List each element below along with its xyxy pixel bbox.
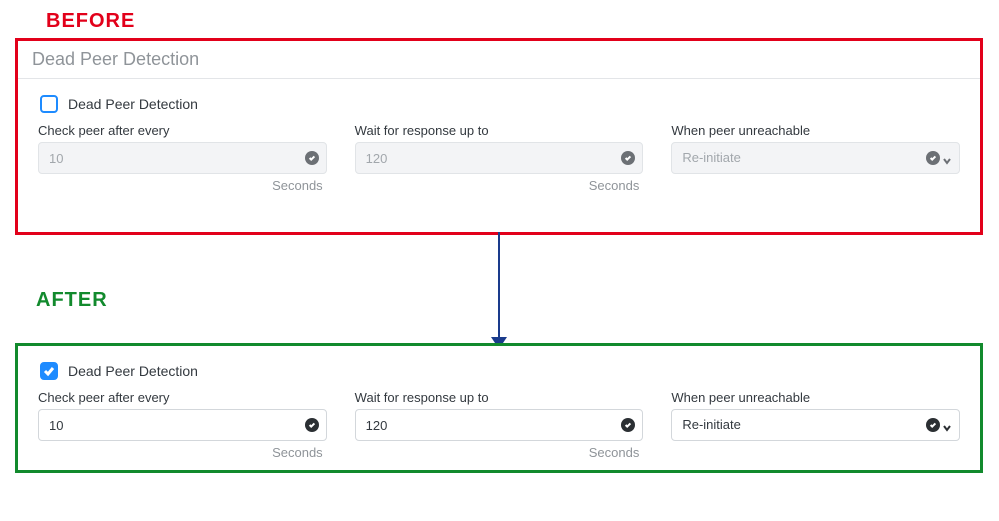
dpd-checkbox[interactable]: [40, 95, 58, 113]
after-heading: AFTER: [36, 289, 108, 312]
section-title: Dead Peer Detection: [18, 41, 980, 79]
before-panel: Dead Peer Detection Dead Peer Detection …: [15, 38, 983, 235]
field-unreachable: When peer unreachable Re-initiate: [671, 123, 960, 193]
unreachable-select[interactable]: Re-initiate: [671, 142, 960, 174]
chevron-down-icon: [942, 153, 952, 163]
valid-check-icon: [926, 151, 940, 165]
unit-label: Seconds: [38, 445, 327, 460]
valid-check-icon: [621, 418, 635, 432]
chevron-down-icon: [942, 420, 952, 430]
valid-check-icon: [305, 418, 319, 432]
check-peer-input[interactable]: [38, 142, 327, 174]
arrow-line: [498, 232, 500, 344]
valid-check-icon: [305, 151, 319, 165]
unit-label: Seconds: [38, 178, 327, 193]
field-label: Wait for response up to: [355, 123, 644, 138]
check-peer-input[interactable]: [38, 409, 327, 441]
dpd-checkbox[interactable]: [40, 362, 58, 380]
field-label: Wait for response up to: [355, 390, 644, 405]
valid-check-icon: [621, 151, 635, 165]
field-label: Check peer after every: [38, 123, 327, 138]
section-body-before: Dead Peer Detection Check peer after eve…: [18, 79, 980, 205]
wait-response-input[interactable]: [355, 409, 644, 441]
valid-check-icon: [926, 418, 940, 432]
unit-label: Seconds: [355, 445, 644, 460]
field-wait-response: Wait for response up to Seconds: [355, 390, 644, 460]
section-body-after: Dead Peer Detection Check peer after eve…: [18, 346, 980, 472]
dpd-checkbox-label: Dead Peer Detection: [68, 96, 198, 112]
field-label: When peer unreachable: [671, 390, 960, 405]
field-wait-response: Wait for response up to Seconds: [355, 123, 644, 193]
unit-label: Seconds: [355, 178, 644, 193]
field-check-peer: Check peer after every Seconds: [38, 123, 327, 193]
wait-response-input[interactable]: [355, 142, 644, 174]
field-label: When peer unreachable: [671, 123, 960, 138]
field-check-peer: Check peer after every Seconds: [38, 390, 327, 460]
unreachable-select[interactable]: Re-initiate: [671, 409, 960, 441]
before-heading: BEFORE: [46, 10, 135, 33]
field-label: Check peer after every: [38, 390, 327, 405]
after-panel: Dead Peer Detection Check peer after eve…: [15, 343, 983, 473]
field-unreachable: When peer unreachable Re-initiate: [671, 390, 960, 460]
dpd-checkbox-label: Dead Peer Detection: [68, 363, 198, 379]
